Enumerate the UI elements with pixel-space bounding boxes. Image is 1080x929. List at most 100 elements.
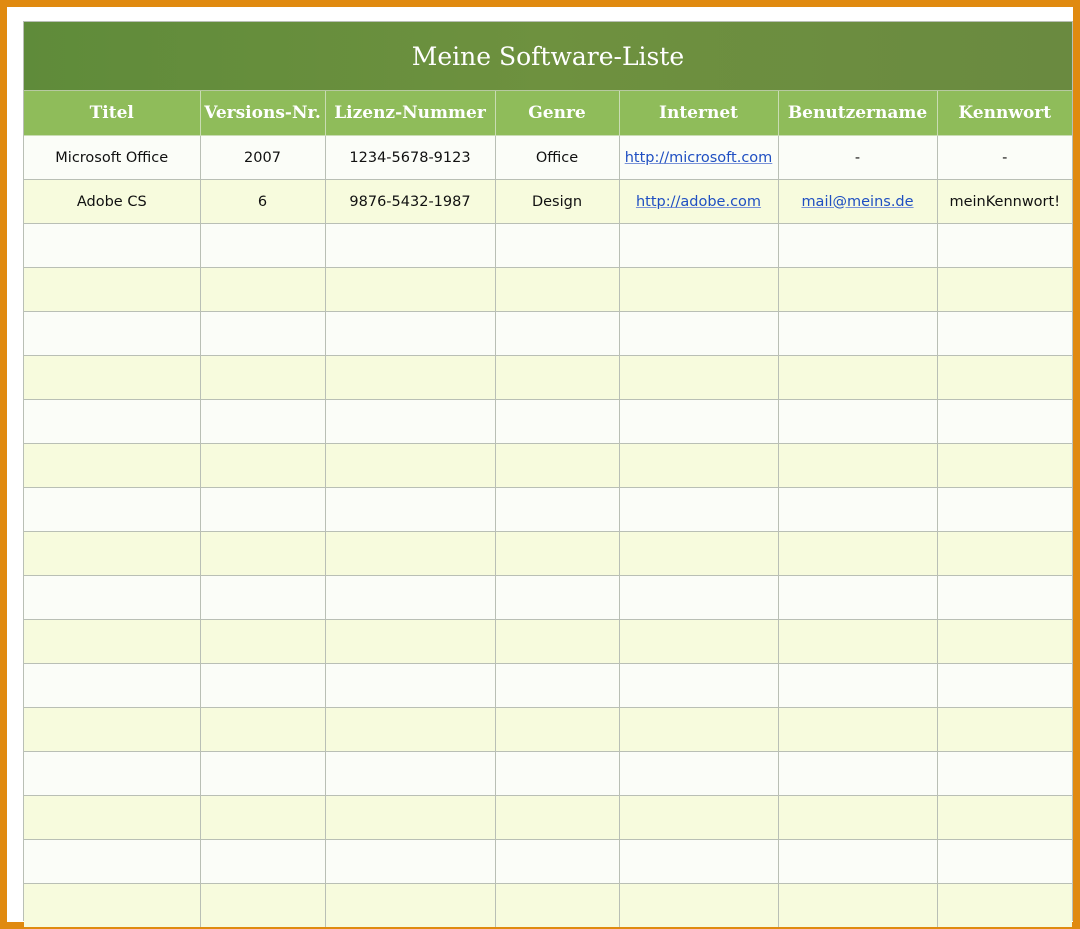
cell-internet[interactable] [619,531,779,576]
cell-genre[interactable] [495,839,620,884]
cell-internet[interactable]: http://adobe.com [619,179,779,224]
cell-internet[interactable] [619,399,779,444]
cell-lizenz[interactable]: 1234-5678-9123 [325,135,496,180]
cell-internet[interactable] [619,575,779,620]
cell-benutzername[interactable] [778,399,938,444]
cell-version[interactable] [200,751,326,796]
cell-kennwort[interactable] [937,707,1072,752]
cell-titel[interactable] [24,531,201,576]
cell-genre[interactable] [495,575,620,620]
cell-internet[interactable] [619,795,779,840]
cell-benutzername[interactable] [778,443,938,488]
cell-version[interactable] [200,443,326,488]
cell-kennwort[interactable] [937,531,1072,576]
cell-benutzername[interactable] [778,883,938,927]
cell-genre[interactable] [495,707,620,752]
cell-genre[interactable] [495,355,620,400]
cell-titel[interactable]: Microsoft Office [24,135,201,180]
cell-version[interactable] [200,795,326,840]
cell-lizenz[interactable] [325,311,496,356]
cell-version[interactable] [200,531,326,576]
cell-lizenz[interactable] [325,619,496,664]
column-header-lizenz-nummer[interactable]: Lizenz-Nummer [325,91,496,136]
cell-benutzername[interactable] [778,267,938,312]
cell-titel[interactable] [24,355,201,400]
cell-genre[interactable]: Design [495,179,620,224]
column-header-versions-nr[interactable]: Versions-Nr. [200,91,326,136]
cell-benutzername[interactable] [778,751,938,796]
cell-kennwort[interactable] [937,223,1072,268]
cell-genre[interactable] [495,267,620,312]
cell-version[interactable] [200,575,326,620]
cell-version[interactable] [200,355,326,400]
cell-titel[interactable] [24,487,201,532]
cell-version[interactable] [200,487,326,532]
cell-kennwort[interactable] [937,883,1072,927]
cell-version[interactable] [200,399,326,444]
cell-lizenz[interactable] [325,751,496,796]
cell-lizenz[interactable] [325,355,496,400]
cell-titel[interactable] [24,619,201,664]
cell-lizenz[interactable] [325,531,496,576]
cell-kennwort[interactable] [937,487,1072,532]
internet-link[interactable]: http://adobe.com [636,194,761,210]
cell-genre[interactable] [495,883,620,927]
cell-kennwort[interactable] [937,575,1072,620]
column-header-genre[interactable]: Genre [495,91,620,136]
cell-genre[interactable]: Office [495,135,620,180]
cell-genre[interactable] [495,443,620,488]
cell-kennwort[interactable] [937,795,1072,840]
cell-benutzername[interactable] [778,663,938,708]
cell-benutzername[interactable] [778,223,938,268]
cell-benutzername[interactable] [778,795,938,840]
cell-benutzername[interactable] [778,311,938,356]
cell-benutzername[interactable] [778,355,938,400]
cell-titel[interactable] [24,575,201,620]
cell-version[interactable]: 6 [200,179,326,224]
cell-titel[interactable] [24,839,201,884]
cell-version[interactable] [200,663,326,708]
cell-genre[interactable] [495,487,620,532]
cell-lizenz[interactable] [325,795,496,840]
cell-titel[interactable] [24,883,201,927]
cell-genre[interactable] [495,531,620,576]
cell-internet[interactable] [619,223,779,268]
cell-kennwort[interactable]: - [937,135,1072,180]
cell-internet[interactable] [619,267,779,312]
cell-version[interactable] [200,267,326,312]
cell-titel[interactable] [24,399,201,444]
cell-titel[interactable] [24,223,201,268]
cell-lizenz[interactable] [325,663,496,708]
cell-lizenz[interactable] [325,575,496,620]
cell-internet[interactable] [619,751,779,796]
column-header-kennwort[interactable]: Kennwort [937,91,1072,136]
cell-internet[interactable]: http://microsoft.com [619,135,779,180]
cell-lizenz[interactable] [325,487,496,532]
cell-genre[interactable] [495,619,620,664]
cell-internet[interactable] [619,355,779,400]
cell-benutzername[interactable]: mail@meins.de [778,179,938,224]
internet-link[interactable]: http://microsoft.com [625,150,773,166]
cell-titel[interactable] [24,311,201,356]
cell-lizenz[interactable] [325,883,496,927]
cell-titel[interactable] [24,663,201,708]
cell-kennwort[interactable]: meinKennwort! [937,179,1072,224]
column-header-internet[interactable]: Internet [619,91,779,136]
cell-titel[interactable] [24,707,201,752]
cell-kennwort[interactable] [937,443,1072,488]
cell-version[interactable] [200,883,326,927]
cell-titel[interactable]: Adobe CS [24,179,201,224]
cell-titel[interactable] [24,751,201,796]
cell-genre[interactable] [495,399,620,444]
cell-benutzername[interactable] [778,619,938,664]
cell-lizenz[interactable] [325,839,496,884]
cell-titel[interactable] [24,267,201,312]
cell-benutzername[interactable] [778,839,938,884]
cell-titel[interactable] [24,443,201,488]
cell-internet[interactable] [619,663,779,708]
cell-version[interactable]: 2007 [200,135,326,180]
column-header-benutzername[interactable]: Benutzername [778,91,938,136]
cell-benutzername[interactable] [778,531,938,576]
cell-benutzername[interactable] [778,575,938,620]
cell-kennwort[interactable] [937,751,1072,796]
